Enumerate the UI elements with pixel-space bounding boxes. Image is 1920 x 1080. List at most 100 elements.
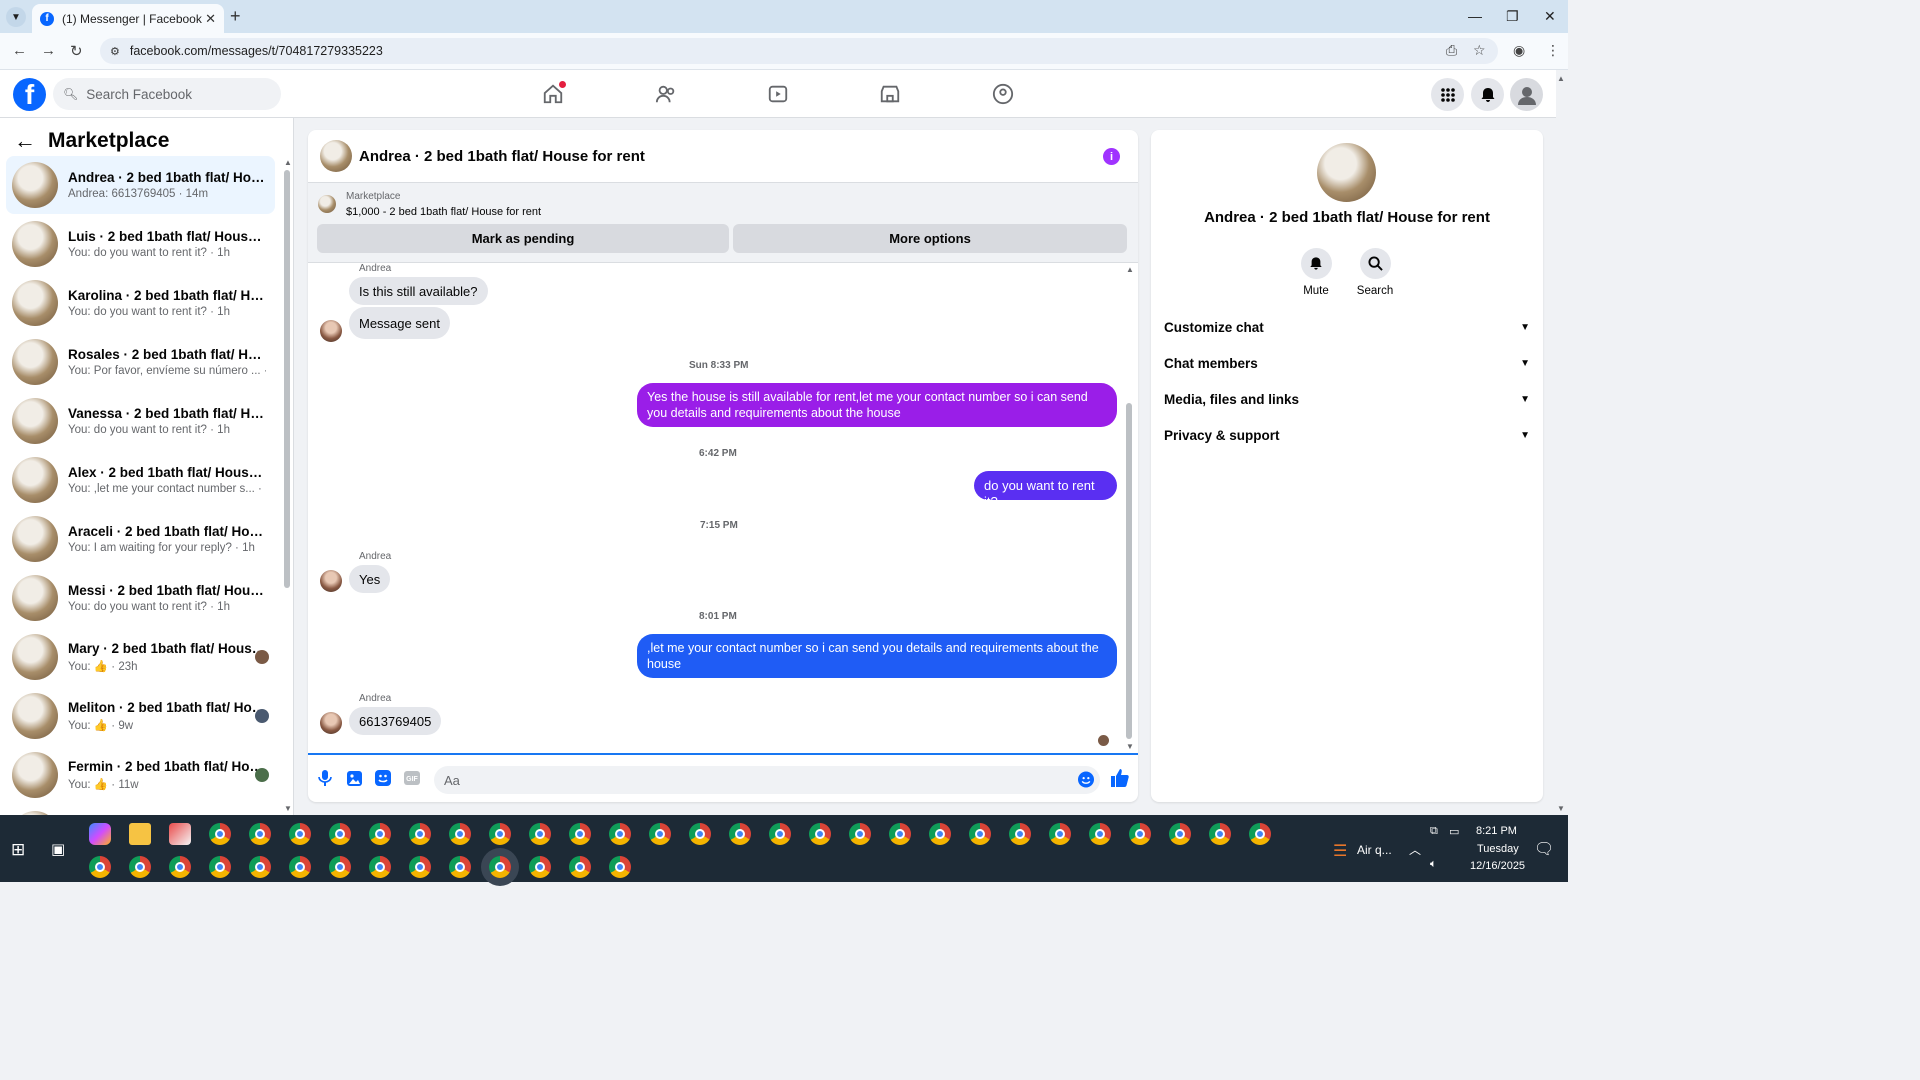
chrome-icon[interactable] xyxy=(449,856,471,878)
chrome-icon[interactable] xyxy=(1009,823,1031,845)
conversation-item[interactable]: Luis · 2 bed 1bath flat/ House for rent Y… xyxy=(6,215,275,273)
sticker-icon[interactable] xyxy=(375,770,391,786)
site-info-icon[interactable]: ⚙ xyxy=(110,45,120,58)
chrome-icon[interactable] xyxy=(249,856,271,878)
chrome-icon[interactable] xyxy=(609,823,631,845)
back-arrow-icon[interactable]: ← xyxy=(14,128,36,154)
browser-menu-icon[interactable]: ⋮ xyxy=(1546,42,1560,59)
conversation-item[interactable]: Alex · 2 bed 1bath flat/ House for rent Y… xyxy=(6,451,275,509)
minimize-button[interactable]: — xyxy=(1468,8,1482,24)
chrome-icon[interactable] xyxy=(1049,823,1071,845)
chrome-icon[interactable] xyxy=(649,823,671,845)
chrome-icon[interactable] xyxy=(969,823,991,845)
info-icon[interactable]: i xyxy=(1103,148,1120,165)
chrome-icon[interactable] xyxy=(769,823,791,845)
menu-grid-icon[interactable] xyxy=(1431,78,1464,111)
notification-center-icon[interactable]: 🗨︎ xyxy=(1534,839,1554,859)
conversation-item[interactable]: Fermin · 2 bed 1bath flat/ House for ren… xyxy=(6,746,275,804)
profile-avatar[interactable] xyxy=(1317,143,1376,202)
conversation-item[interactable]: Meliton · 2 bed 1bath flat/ House for re… xyxy=(6,687,275,745)
chat-scrollbar[interactable] xyxy=(1126,403,1132,739)
conversation-item[interactable]: Andrea · 2 bed 1bath flat/ House for ren… xyxy=(6,156,275,214)
task-view-icon[interactable]: ▣ xyxy=(51,840,65,858)
browser-tab[interactable]: f (1) Messenger | Facebook ✕ xyxy=(32,4,224,33)
clock-time[interactable]: 8:21 PM xyxy=(1476,825,1517,837)
facebook-logo-icon[interactable]: f xyxy=(13,78,46,111)
url-field[interactable]: ⚙ facebook.com/messages/t/70481727933522… xyxy=(100,38,1498,64)
list-scrollbar[interactable] xyxy=(284,170,290,588)
mark-as-pending-button[interactable]: Mark as pending xyxy=(317,224,729,253)
chrome-icon[interactable] xyxy=(209,823,231,845)
chrome-icon[interactable] xyxy=(1129,823,1151,845)
chrome-icon[interactable] xyxy=(129,856,151,878)
media-files-links-row[interactable]: Media, files and links ▼ xyxy=(1164,384,1530,414)
back-button[interactable]: ← xyxy=(12,42,27,59)
reload-button[interactable]: ↻ xyxy=(70,42,83,60)
account-avatar[interactable] xyxy=(1510,78,1543,111)
microphone-icon[interactable] xyxy=(317,770,333,786)
chrome-icon[interactable] xyxy=(689,823,711,845)
groups-icon[interactable] xyxy=(991,82,1015,106)
chrome-icon[interactable] xyxy=(1209,823,1231,845)
page-scroll-up-arrow-icon[interactable]: ▲ xyxy=(1557,74,1565,83)
chrome-icon[interactable] xyxy=(169,856,191,878)
page-scroll-down-arrow-icon[interactable]: ▼ xyxy=(1557,804,1565,813)
emoji-icon[interactable] xyxy=(1078,771,1094,787)
show-hidden-icons-chevron-icon[interactable]: ︿ xyxy=(1409,841,1421,858)
chrome-icon[interactable] xyxy=(729,823,751,845)
conversation-item[interactable]: Messi · 2 bed 1bath flat/ House for rent… xyxy=(6,569,275,627)
chrome-icon[interactable] xyxy=(329,823,351,845)
chrome-icon[interactable] xyxy=(1089,823,1111,845)
photo-icon[interactable] xyxy=(346,770,362,786)
chrome-icon[interactable] xyxy=(209,856,231,878)
chrome-icon[interactable] xyxy=(1249,823,1271,845)
restore-button[interactable]: ❐ xyxy=(1506,8,1519,25)
chat-title[interactable]: Andrea · 2 bed 1bath flat/ House for ren… xyxy=(359,148,645,165)
chrome-icon[interactable] xyxy=(329,856,351,878)
new-tab-button[interactable]: + xyxy=(230,6,241,27)
chrome-icon[interactable] xyxy=(289,823,311,845)
conversation-item[interactable]: Mary · 2 bed 1bath flat/ House for rent Y… xyxy=(6,628,275,686)
tab-close-icon[interactable]: ✕ xyxy=(205,11,216,27)
chat-avatar[interactable] xyxy=(320,140,352,172)
chrome-icon[interactable] xyxy=(809,823,831,845)
conversation-item[interactable]: Rosales · 2 bed 1bath flat/ House for re… xyxy=(6,333,275,391)
chrome-icon[interactable] xyxy=(409,823,431,845)
listing-title[interactable]: $1,000 - 2 bed 1bath flat/ House for ren… xyxy=(346,206,541,218)
chrome-icon[interactable] xyxy=(929,823,951,845)
conversation-item[interactable]: Karolina · 2 bed 1bath flat/ House for r… xyxy=(6,274,275,332)
search-in-chat-button[interactable]: Search xyxy=(1345,248,1405,297)
chrome-icon[interactable] xyxy=(369,856,391,878)
network-icon[interactable]: ▭ xyxy=(1449,825,1459,838)
facebook-search-input[interactable]: 🔍︎ Search Facebook xyxy=(53,78,281,110)
bookmark-star-icon[interactable]: ☆ xyxy=(1473,42,1486,59)
chrome-icon[interactable] xyxy=(609,856,631,878)
friends-icon[interactable] xyxy=(654,82,678,106)
like-thumbs-up-icon[interactable] xyxy=(1110,768,1130,788)
chrome-icon[interactable] xyxy=(449,823,471,845)
paint-app-icon[interactable] xyxy=(169,823,191,845)
close-window-button[interactable]: ✕ xyxy=(1544,8,1556,25)
weather-icon[interactable]: ☰ xyxy=(1333,841,1347,861)
chrome-icon[interactable] xyxy=(1169,823,1191,845)
video-icon[interactable] xyxy=(766,82,790,106)
chrome-icon[interactable] xyxy=(569,856,591,878)
message-input[interactable]: Aa xyxy=(434,766,1100,794)
chrome-icon[interactable] xyxy=(529,856,551,878)
customize-chat-row[interactable]: Customize chat ▼ xyxy=(1164,312,1530,342)
forward-button[interactable]: → xyxy=(41,42,56,59)
chrome-icon[interactable] xyxy=(489,823,511,845)
chat-scroll-up-arrow-icon[interactable]: ▲ xyxy=(1126,265,1134,274)
windows-start-icon[interactable]: ⊞ xyxy=(11,840,25,860)
chat-scroll-down-arrow-icon[interactable]: ▼ xyxy=(1126,742,1134,751)
profile-icon[interactable]: ◉ xyxy=(1513,42,1525,59)
chrome-icon[interactable] xyxy=(249,823,271,845)
conversation-item[interactable]: Araceli · 2 bed 1bath flat/ House for re… xyxy=(6,510,275,568)
copilot-icon[interactable] xyxy=(89,823,111,845)
conversation-item[interactable] xyxy=(6,805,275,815)
more-options-button[interactable]: More options xyxy=(733,224,1127,253)
mute-button[interactable]: Mute xyxy=(1286,248,1346,297)
chrome-icon[interactable] xyxy=(849,823,871,845)
chrome-icon-active[interactable] xyxy=(489,856,511,878)
chrome-icon[interactable] xyxy=(529,823,551,845)
